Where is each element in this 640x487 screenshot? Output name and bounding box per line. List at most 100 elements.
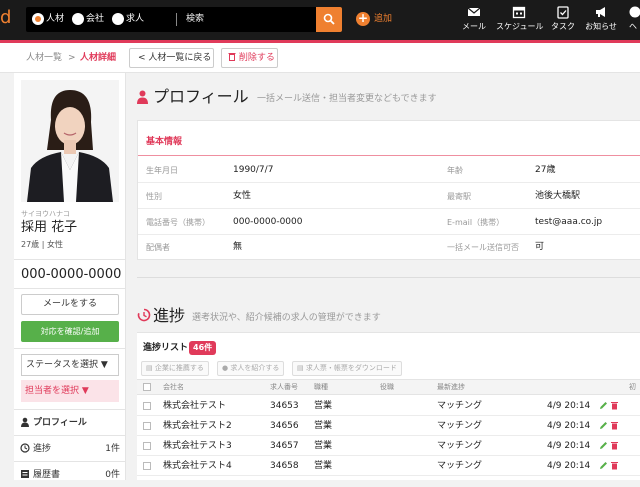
cell-status: マッチング <box>437 440 482 452</box>
radio-job-label[interactable]: 求人 <box>126 13 144 25</box>
profile-person-icon <box>137 90 148 104</box>
nav-mail-label: メール <box>460 21 488 33</box>
candidate-name: 採用 花子 <box>21 220 77 236</box>
trash-icon[interactable] <box>610 441 619 450</box>
trash-icon[interactable] <box>610 401 619 410</box>
radio-talent-label[interactable]: 人材 <box>46 13 64 25</box>
cell-date: 4/9 20:14 <box>547 460 590 472</box>
nav-schedule-label: スケジュール <box>496 21 542 33</box>
nav-schedule[interactable]: スケジュール <box>496 5 542 35</box>
cell-company[interactable]: 株式会社テスト4 <box>163 460 232 472</box>
section-divider <box>137 277 640 278</box>
row-checkbox[interactable] <box>143 442 151 450</box>
cell-company[interactable]: 株式会社テスト2 <box>163 420 232 432</box>
recommend-to-company-button[interactable]: ▤ 企業に推薦する <box>141 361 209 376</box>
breadcrumb-parent[interactable]: 人材一覧 <box>26 52 62 64</box>
person-icon: ● <box>222 364 228 372</box>
edit-icon[interactable] <box>599 461 608 470</box>
field-label-birthdate: 生年月日 <box>146 165 178 176</box>
table-row[interactable]: 株式会社テスト 34653 営業 マッチング 4/9 20:14 <box>137 396 640 416</box>
cell-status: マッチング <box>437 420 482 432</box>
search-button[interactable] <box>316 7 342 32</box>
cell-job-no: 34658 <box>270 460 299 472</box>
edit-icon[interactable] <box>599 421 608 430</box>
card-title-rule <box>138 155 640 156</box>
edit-icon[interactable] <box>599 401 608 410</box>
nav-help[interactable]: ヘ <box>626 5 640 35</box>
nav-notice[interactable]: お知らせ <box>584 5 618 35</box>
help-icon <box>626 5 640 19</box>
cell-status: マッチング <box>437 400 482 412</box>
trash-icon <box>228 52 236 61</box>
basic-info-card: 基本情報 生年月日 1990/7/7 年齢 27歳 性別 女性 最寄駅 池後大橋… <box>137 120 640 260</box>
progress-list-panel: 進捗リスト 46件 ▤ 企業に推薦する ● 求人を紹介する ▤ 求人票・帳票をダ… <box>137 332 640 480</box>
column-header-first[interactable]: 初 <box>629 382 636 393</box>
radio-company[interactable] <box>72 13 84 25</box>
field-label-gender: 性別 <box>146 191 162 202</box>
sidebar-item-profile-label: プロフィール <box>33 417 87 429</box>
table-row[interactable]: 株式会社テスト2 34656 営業 マッチング 4/9 20:14 <box>137 416 640 436</box>
table-row[interactable]: 株式会社テスト3 34657 営業 マッチング 4/9 20:14 <box>137 436 640 456</box>
sidebar-item-profile[interactable]: プロフィール <box>14 409 126 435</box>
divider <box>14 259 126 260</box>
table-row[interactable]: 株式会社テスト4 34658 営業 マッチング 4/9 20:14 <box>137 456 640 476</box>
progress-clock-icon <box>137 308 151 322</box>
column-header-status[interactable]: 最新進捗 <box>437 382 465 393</box>
send-mail-button[interactable]: メールをする <box>21 294 119 315</box>
introduce-job-button[interactable]: ● 求人を紹介する <box>217 361 284 376</box>
cell-company[interactable]: 株式会社テスト3 <box>163 440 232 452</box>
row-checkbox[interactable] <box>143 422 151 430</box>
field-value-spouse: 無 <box>233 242 242 253</box>
edit-icon[interactable] <box>599 441 608 450</box>
field-label-phone: 電話番号（携帯） <box>146 217 210 228</box>
search-input[interactable]: 検索 <box>186 13 204 25</box>
search-bar: 人材 会社 求人 検索 <box>26 7 342 32</box>
cell-status: マッチング <box>437 460 482 472</box>
progress-list-title: 進捗リスト <box>143 342 188 354</box>
cell-job-no: 34656 <box>270 420 299 432</box>
confirm-add-response-button[interactable]: 対応を確認/追加 <box>21 321 119 342</box>
trash-icon[interactable] <box>610 421 619 430</box>
radio-talent[interactable] <box>32 13 44 25</box>
column-header-job-no[interactable]: 求人番号 <box>270 382 298 393</box>
divider <box>14 288 126 289</box>
cell-date: 4/9 20:14 <box>547 420 590 432</box>
row-checkbox[interactable] <box>143 402 151 410</box>
column-header-company[interactable]: 会社名 <box>163 382 184 393</box>
trash-icon[interactable] <box>610 461 619 470</box>
app-logo[interactable]: d <box>0 8 11 28</box>
cell-company[interactable]: 株式会社テスト <box>163 400 226 412</box>
sidebar-item-resume-label: 履歴書 <box>33 469 60 481</box>
cell-job-type: 営業 <box>314 400 332 412</box>
back-to-list-button[interactable]: < 人材一覧に戻る <box>129 48 214 68</box>
document-icon <box>20 469 30 479</box>
delete-button-label: 削除する <box>239 53 275 63</box>
status-select[interactable]: ステータスを選択 ▼ <box>21 354 119 376</box>
row-checkbox[interactable] <box>143 462 151 470</box>
person-icon <box>20 417 30 427</box>
breadcrumb-bar: 人材一覧 > 人材詳細 < 人材一覧に戻る 削除する <box>0 43 640 73</box>
sidebar-item-resume[interactable]: 履歴書 0件 <box>14 461 126 487</box>
field-label-spouse: 配偶者 <box>146 242 170 253</box>
field-value-gender: 女性 <box>233 191 251 202</box>
cell-job-type: 営業 <box>314 420 332 432</box>
nav-mail[interactable]: メール <box>460 5 488 35</box>
sidebar-item-resume-count: 0件 <box>105 469 120 481</box>
sidebar-item-progress-count: 1件 <box>105 443 120 455</box>
sidebar-item-progress[interactable]: 進捗 1件 <box>14 435 126 461</box>
megaphone-icon <box>594 5 608 19</box>
download-forms-button[interactable]: ▤ 求人票・帳票をダウンロード <box>292 361 402 376</box>
radio-job[interactable] <box>112 13 124 25</box>
profile-section-subtitle: 一括メール送信・担当者変更などもできます <box>257 93 437 105</box>
column-header-position[interactable]: 役職 <box>380 382 394 393</box>
select-all-checkbox[interactable] <box>143 383 151 391</box>
column-header-job-type[interactable]: 職種 <box>314 382 328 393</box>
row-divider <box>138 182 640 183</box>
row-divider <box>138 208 640 209</box>
delete-button[interactable]: 削除する <box>221 48 278 68</box>
nav-task[interactable]: タスク <box>549 5 577 35</box>
radio-company-label[interactable]: 会社 <box>86 13 104 25</box>
field-label-station: 最寄駅 <box>447 191 471 202</box>
row-divider <box>138 234 640 235</box>
owner-select[interactable]: 担当者を選択 ▼ <box>21 380 119 402</box>
